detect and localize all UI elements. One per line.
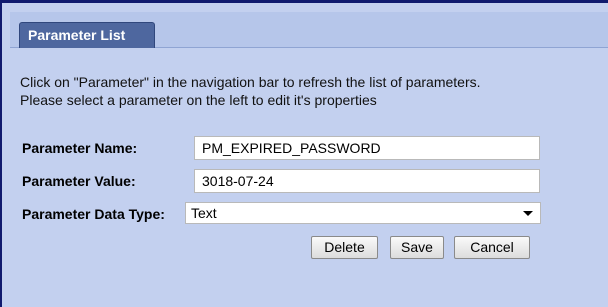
info-line-refresh: Click on "Parameter" in the navigation b… xyxy=(20,74,481,90)
parameter-type-selected: Text xyxy=(191,205,217,221)
chevron-down-icon xyxy=(523,211,533,216)
parameter-type-select[interactable]: Text xyxy=(185,202,541,224)
delete-button[interactable]: Delete xyxy=(311,236,378,259)
parameter-value-row: Parameter Value: xyxy=(19,169,540,193)
info-line-select: Please select a parameter on the left to… xyxy=(20,92,377,108)
info-text: Click on "Parameter" in the navigation b… xyxy=(20,73,600,109)
tab-parameter-list[interactable]: Parameter List xyxy=(19,22,155,48)
parameter-value-label: Parameter Value: xyxy=(22,173,136,189)
parameter-name-label: Parameter Name: xyxy=(22,140,138,156)
parameter-name-row: Parameter Name: xyxy=(19,136,540,160)
save-button[interactable]: Save xyxy=(390,236,444,259)
parameter-name-input[interactable] xyxy=(194,136,540,160)
parameter-window: Parameter List Click on "Parameter" in t… xyxy=(0,0,608,307)
cancel-button[interactable]: Cancel xyxy=(454,236,530,259)
parameter-type-row: Parameter Data Type: Text xyxy=(19,202,541,226)
parameter-value-input[interactable] xyxy=(194,169,540,193)
tab-bar: Parameter List xyxy=(10,12,608,48)
parameter-panel: Click on "Parameter" in the navigation b… xyxy=(10,48,608,307)
parameter-type-label: Parameter Data Type: xyxy=(22,206,165,222)
